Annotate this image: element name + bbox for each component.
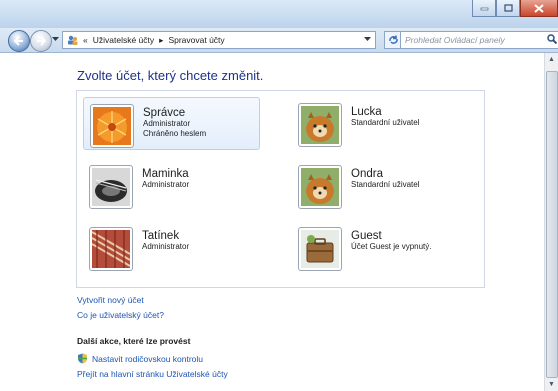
flower-picture-icon <box>93 107 131 145</box>
briefcase-picture-icon <box>301 230 339 268</box>
close-button[interactable] <box>520 0 558 17</box>
users-folder-icon <box>68 35 78 45</box>
back-arrow-icon <box>13 36 23 46</box>
title-bar <box>0 0 558 28</box>
account-picture <box>298 227 342 271</box>
account-picture <box>298 103 342 147</box>
scrollbar-thumb[interactable] <box>546 71 558 378</box>
account-name: Maminka <box>142 168 189 180</box>
maximize-icon <box>503 4 513 12</box>
close-icon <box>534 3 544 13</box>
account-tile-ondra[interactable]: Ondra Standardní uživatel <box>292 159 472 212</box>
back-button[interactable] <box>8 30 30 52</box>
rope-picture-icon <box>92 230 130 268</box>
minimize-button[interactable] <box>472 0 496 17</box>
search-icon[interactable] <box>547 34 557 44</box>
account-type: Standardní uživatel <box>351 180 420 189</box>
page-title: Zvolte účet, který chcete změnit. <box>77 68 264 83</box>
account-picture <box>298 165 342 209</box>
account-tile-tatinek[interactable]: Tatínek Administrator <box>83 221 260 274</box>
account-picture <box>89 227 133 271</box>
parental-controls-link[interactable]: Nastavit rodičovskou kontrolu <box>77 351 228 366</box>
links-section: Vytvořit nový účet Co je uživatelský úče… <box>77 293 164 323</box>
account-picture <box>90 104 134 148</box>
address-bar: « Uživatelské účty ▸ Spravovat účty Proh… <box>0 28 558 53</box>
account-tile-lucka[interactable]: Lucka Standardní uživatel <box>292 97 472 150</box>
task-label: Nastavit rodičovskou kontrolu <box>92 353 204 364</box>
address-dropdown-icon[interactable] <box>364 37 371 42</box>
guitar-picture-icon <box>92 168 130 206</box>
account-name: Tatínek <box>142 230 180 242</box>
window-controls <box>472 0 558 17</box>
account-status: Účet Guest je vypnutý. <box>351 242 432 251</box>
account-tile-maminka[interactable]: Maminka Administrator <box>83 159 260 212</box>
forward-button[interactable] <box>30 30 52 52</box>
breadcrumb-separator-icon: ▸ <box>159 34 164 45</box>
forward-arrow-icon <box>37 36 47 46</box>
scroll-up-arrow-icon[interactable]: ▲ <box>547 55 556 64</box>
task-label: Přejít na hlavní stránku Uživatelské účt… <box>77 368 228 379</box>
refresh-icon <box>388 35 398 44</box>
breadcrumb[interactable]: « Uživatelské účty ▸ Spravovat účty <box>62 31 376 49</box>
account-name: Správce <box>143 107 186 119</box>
account-type: Standardní uživatel <box>351 118 420 127</box>
more-actions-heading: Další akce, které lze provést <box>77 336 191 346</box>
account-name: Guest <box>351 230 382 242</box>
dog-picture-icon <box>301 106 339 144</box>
user-accounts-home-link[interactable]: Přejít na hlavní stránku Uživatelské účt… <box>77 366 228 381</box>
shield-icon <box>78 353 87 364</box>
recent-pages-chevron-icon[interactable] <box>52 37 59 42</box>
create-account-link[interactable]: Vytvořit nový účet <box>77 293 164 308</box>
breadcrumb-overflow[interactable]: « <box>83 35 88 45</box>
account-password-status: Chráněno heslem <box>143 129 207 138</box>
content-area: Zvolte účet, který chcete změnit. Správc… <box>0 53 545 391</box>
breadcrumb-item-user-accounts[interactable]: Uživatelské účty <box>93 35 154 45</box>
account-type: Administrator <box>143 119 191 128</box>
account-picture <box>89 165 133 209</box>
account-tile-spravce[interactable]: Správce Administrator Chráněno heslem <box>83 97 260 150</box>
search-placeholder: Prohledat Ovládací panely <box>405 35 505 45</box>
breadcrumb-item-manage-accounts[interactable]: Spravovat účty <box>168 35 224 45</box>
account-tile-guest[interactable]: Guest Účet Guest je vypnutý. <box>292 221 472 274</box>
tasks-list: Nastavit rodičovskou kontrolu Přejít na … <box>77 351 228 381</box>
account-type: Administrator <box>142 242 190 251</box>
account-name: Lucka <box>351 106 382 118</box>
scroll-down-arrow-icon[interactable]: ▼ <box>547 380 556 389</box>
account-name: Ondra <box>351 168 383 180</box>
dog-picture-icon <box>301 168 339 206</box>
vertical-scrollbar[interactable]: ▲ ▼ <box>544 53 558 391</box>
maximize-button[interactable] <box>496 0 520 17</box>
minimize-icon <box>480 7 488 11</box>
search-input[interactable]: Prohledat Ovládací panely <box>400 31 558 49</box>
account-type: Administrator <box>142 180 190 189</box>
what-is-account-link[interactable]: Co je uživatelský účet? <box>77 308 164 323</box>
accounts-panel: Správce Administrator Chráněno heslem Lu… <box>76 90 485 288</box>
